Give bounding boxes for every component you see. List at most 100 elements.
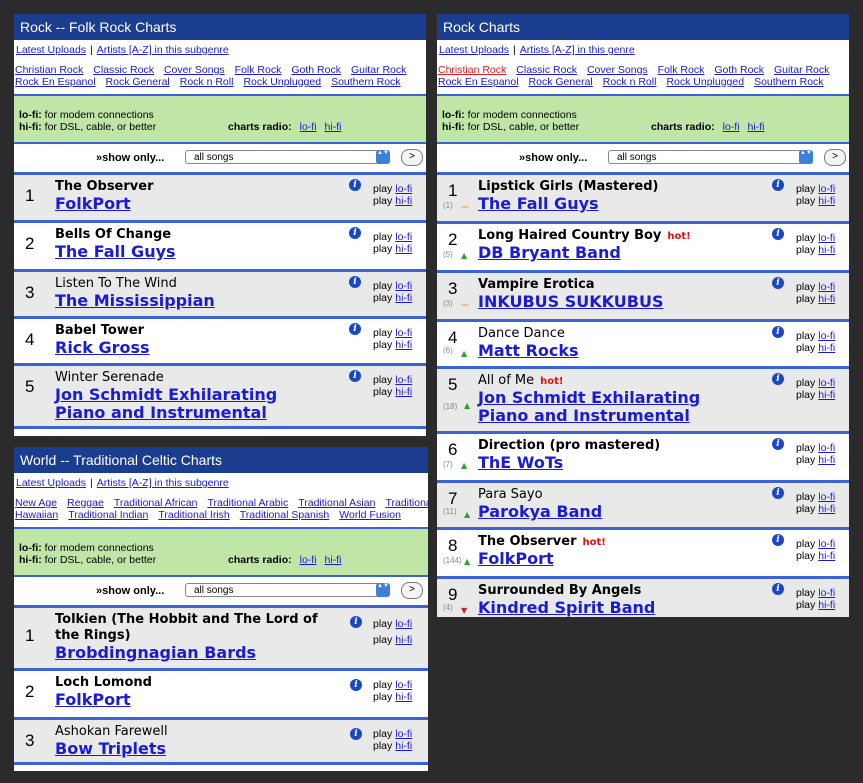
play-lofi-link[interactable]: lo-fi (395, 618, 412, 630)
play-hifi-link[interactable]: hi-fi (818, 550, 835, 562)
info-icon[interactable]: i (772, 438, 784, 450)
info-icon[interactable]: i (772, 277, 784, 289)
genre-link[interactable]: Goth Rock (291, 64, 341, 76)
song-filter-select[interactable]: all songs ▲▼ (185, 583, 390, 597)
info-icon[interactable]: i (350, 616, 362, 628)
play-lofi-link[interactable]: lo-fi (818, 330, 835, 342)
genre-link[interactable]: Rock Unplugged (666, 76, 744, 88)
play-lofi-link[interactable]: lo-fi (818, 377, 835, 389)
genre-link[interactable]: Rock En Espanol (15, 76, 96, 88)
genre-link[interactable]: Rock General (106, 76, 170, 88)
genre-link[interactable]: Traditional Irish (158, 509, 229, 521)
genre-link[interactable]: Rock n Roll (180, 76, 234, 88)
play-lofi-link[interactable]: lo-fi (395, 374, 412, 386)
artist-link[interactable]: FolkPort (55, 195, 131, 213)
genre-link[interactable]: Traditional Arabic (207, 497, 288, 509)
play-hifi-link[interactable]: hi-fi (395, 740, 412, 752)
artist-link[interactable]: FolkPort (478, 550, 554, 568)
play-hifi-link[interactable]: hi-fi (395, 386, 412, 398)
song-filter-select[interactable]: all songs ▲▼ (185, 150, 390, 164)
genre-link[interactable]: Cover Songs (164, 64, 225, 76)
play-hifi-link[interactable]: hi-fi (818, 195, 835, 207)
play-hifi-link[interactable]: hi-fi (818, 293, 835, 305)
genre-link[interactable]: Guitar Rock (774, 64, 829, 76)
info-icon[interactable]: i (349, 323, 361, 335)
song-filter-select[interactable]: all songs ▲▼ (608, 150, 813, 164)
info-icon[interactable]: i (349, 227, 361, 239)
artist-link[interactable]: Parokya Band (478, 503, 602, 521)
radio-lofi-link[interactable]: lo-fi (723, 121, 740, 133)
info-icon[interactable]: i (349, 370, 361, 382)
go-button[interactable]: > (401, 582, 423, 599)
genre-link[interactable]: Southern Rock (754, 76, 823, 88)
info-icon[interactable]: i (772, 373, 784, 385)
genre-link[interactable]: Classic Rock (93, 64, 154, 76)
artist-link[interactable]: Bow Triplets (55, 740, 166, 758)
info-icon[interactable]: i (772, 534, 784, 546)
genre-link[interactable]: World Fusion (339, 509, 401, 521)
play-hifi-link[interactable]: hi-fi (395, 691, 412, 703)
artist-link[interactable]: DB Bryant Band (478, 244, 621, 262)
artist-link[interactable]: Matt Rocks (478, 342, 579, 360)
play-hifi-link[interactable]: hi-fi (818, 454, 835, 466)
genre-link[interactable]: Cover Songs (587, 64, 648, 76)
play-lofi-link[interactable]: lo-fi (395, 327, 412, 339)
latest-uploads-link[interactable]: Latest Uploads (439, 44, 509, 56)
info-icon[interactable]: i (772, 487, 784, 499)
artist-link[interactable]: The Mississippian (55, 292, 215, 310)
play-hifi-link[interactable]: hi-fi (818, 244, 835, 256)
genre-link[interactable]: Guitar Rock (351, 64, 406, 76)
artist-link[interactable]: INKUBUS SUKKUBUS (478, 293, 663, 311)
play-lofi-link[interactable]: lo-fi (395, 183, 412, 195)
play-hifi-link[interactable]: hi-fi (395, 634, 412, 646)
artist-link[interactable]: ThE WoTs (478, 454, 563, 472)
play-hifi-link[interactable]: hi-fi (818, 342, 835, 354)
play-lofi-link[interactable]: lo-fi (818, 587, 835, 599)
artists-az-link[interactable]: Artists [A-Z] in this genre (520, 44, 635, 56)
info-icon[interactable]: i (350, 679, 362, 691)
genre-link[interactable]: New Age (15, 497, 57, 509)
artist-link[interactable]: Jon Schmidt Exhilarating Piano and Instr… (55, 386, 330, 422)
genre-link[interactable]: Traditional African (114, 497, 198, 509)
radio-hifi-link[interactable]: hi-fi (748, 121, 765, 133)
genre-link[interactable]: Folk Rock (235, 64, 282, 76)
play-hifi-link[interactable]: hi-fi (395, 339, 412, 351)
info-icon[interactable]: i (350, 728, 362, 740)
genre-link[interactable]: Southern Rock (331, 76, 400, 88)
genre-link[interactable]: Traditional Indian (68, 509, 148, 521)
radio-hifi-link[interactable]: hi-fi (325, 121, 342, 133)
play-lofi-link[interactable]: lo-fi (818, 281, 835, 293)
artists-az-link[interactable]: Artists [A-Z] in this subgenre (97, 44, 229, 56)
genre-link[interactable]: Hawaiian (15, 509, 58, 521)
radio-lofi-link[interactable]: lo-fi (300, 554, 317, 566)
latest-uploads-link[interactable]: Latest Uploads (16, 44, 86, 56)
artist-link[interactable]: Kindred Spirit Band (478, 599, 655, 617)
genre-link[interactable]: Rock Unplugged (243, 76, 321, 88)
info-icon[interactable]: i (349, 276, 361, 288)
latest-uploads-link[interactable]: Latest Uploads (16, 477, 86, 489)
play-hifi-link[interactable]: hi-fi (395, 292, 412, 304)
play-lofi-link[interactable]: lo-fi (818, 232, 835, 244)
genre-link[interactable]: Traditional Asian (298, 497, 375, 509)
artist-link[interactable]: FolkPort (55, 691, 131, 709)
info-icon[interactable]: i (772, 326, 784, 338)
play-lofi-link[interactable]: lo-fi (395, 280, 412, 292)
play-hifi-link[interactable]: hi-fi (818, 503, 835, 515)
genre-link[interactable]: Christian Rock (438, 64, 506, 76)
info-icon[interactable]: i (772, 583, 784, 595)
radio-hifi-link[interactable]: hi-fi (325, 554, 342, 566)
genre-link[interactable]: Reggae (67, 497, 104, 509)
genre-link[interactable]: Rock n Roll (603, 76, 657, 88)
go-button[interactable]: > (824, 149, 846, 166)
info-icon[interactable]: i (772, 228, 784, 240)
play-lofi-link[interactable]: lo-fi (818, 491, 835, 503)
artists-az-link[interactable]: Artists [A-Z] in this subgenre (97, 477, 229, 489)
genre-link[interactable]: Rock En Espanol (438, 76, 519, 88)
genre-link[interactable]: Goth Rock (714, 64, 764, 76)
go-button[interactable]: > (401, 149, 423, 166)
play-hifi-link[interactable]: hi-fi (818, 389, 835, 401)
play-lofi-link[interactable]: lo-fi (818, 442, 835, 454)
artist-link[interactable]: The Fall Guys (478, 195, 599, 213)
radio-lofi-link[interactable]: lo-fi (300, 121, 317, 133)
info-icon[interactable]: i (349, 179, 361, 191)
